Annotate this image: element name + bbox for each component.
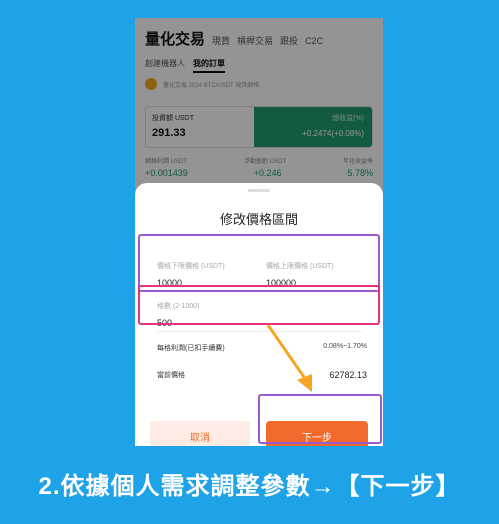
divider bbox=[157, 331, 362, 332]
grid-count-input[interactable]: 500 bbox=[157, 318, 199, 328]
price-label: 當前價格 bbox=[157, 372, 185, 379]
phone-screen: 量化交易 現貨 槓桿交易 跟投 C2C 創建機器人 我的訂單 量化交易 2024… bbox=[135, 18, 383, 446]
lower-price-label: 價格下限價格 (USDT) bbox=[157, 263, 225, 270]
price-row: 當前價格 62782.13 bbox=[157, 370, 367, 380]
caption: 2.依據個人需求調整參數→【下一步】 bbox=[38, 473, 461, 500]
profit-label: 每格利潤(已扣手續費) bbox=[157, 345, 225, 352]
sheet-handle[interactable] bbox=[248, 189, 270, 192]
divider bbox=[157, 291, 253, 292]
next-step-button[interactable]: 下一步 bbox=[266, 421, 368, 446]
upper-price-input[interactable]: 100000 bbox=[266, 278, 334, 288]
price-value: 62782.13 bbox=[329, 370, 367, 380]
sheet-title: 修改價格區間 bbox=[219, 212, 298, 227]
divider bbox=[266, 291, 362, 292]
cancel-button[interactable]: 取消 bbox=[150, 421, 250, 446]
lower-price-field[interactable]: 價格下限價格 (USDT) 10000 bbox=[157, 261, 225, 288]
profit-row: 每格利潤(已扣手續費) 0.08%~1.70% bbox=[157, 343, 367, 353]
grid-count-label: 格數 (2-1000) bbox=[157, 303, 200, 310]
grid-count-field[interactable]: 格數 (2-1000) 500 bbox=[157, 301, 199, 328]
edit-range-sheet: 修改價格區間 價格下限價格 (USDT) 10000 價格上限價格 (USDT)… bbox=[135, 183, 383, 446]
lower-price-input[interactable]: 10000 bbox=[157, 278, 225, 288]
upper-price-label: 價格上限價格 (USDT) bbox=[266, 263, 334, 270]
profit-value: 0.08%~1.70% bbox=[323, 343, 367, 350]
upper-price-field[interactable]: 價格上限價格 (USDT) 100000 bbox=[266, 261, 334, 288]
